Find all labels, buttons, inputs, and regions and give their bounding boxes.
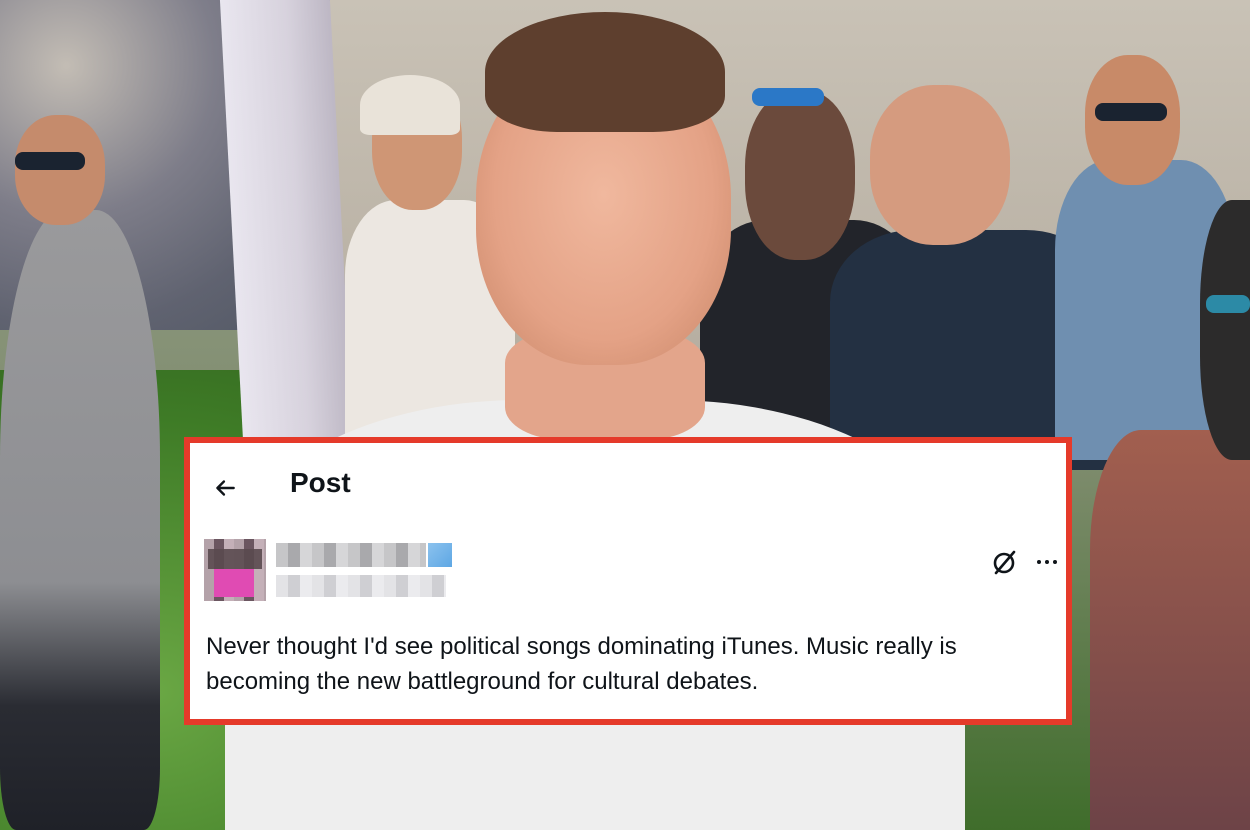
blue-sunglasses [752,88,824,106]
post-header: Post [190,443,1066,527]
person-far-right-head [1200,200,1250,460]
handle-blurred[interactable] [276,575,446,597]
more-options-button[interactable] [1032,547,1062,577]
arrow-left-icon [216,480,235,496]
avatar[interactable] [204,539,266,601]
sunglasses [15,152,85,170]
avatar-blur-accent [214,569,254,597]
grok-button[interactable] [990,547,1020,577]
display-name-blurred[interactable] [276,543,426,567]
cap [360,75,460,135]
person-far-right [1090,430,1250,830]
mirrored-sunglasses [1206,295,1250,313]
grok-icon [993,550,1016,575]
sunglasses-right [1095,103,1167,121]
post-text: Never thought I'd see political songs do… [206,633,957,695]
more-horizontal-icon [1037,560,1041,564]
verified-badge-blurred [428,543,452,567]
person-left-head [15,115,105,225]
person-middle-head [870,85,1010,245]
person-beard-head [745,90,855,260]
back-button[interactable] [208,471,242,505]
person-left [0,210,160,830]
page-title: Post [290,467,351,498]
main-person-hair [485,12,725,132]
post-screenshot-card: Post Never thought I'd see political son… [184,437,1072,725]
avatar-blur [208,549,262,569]
post-card-inner: Post Never thought I'd see political son… [190,443,1066,719]
